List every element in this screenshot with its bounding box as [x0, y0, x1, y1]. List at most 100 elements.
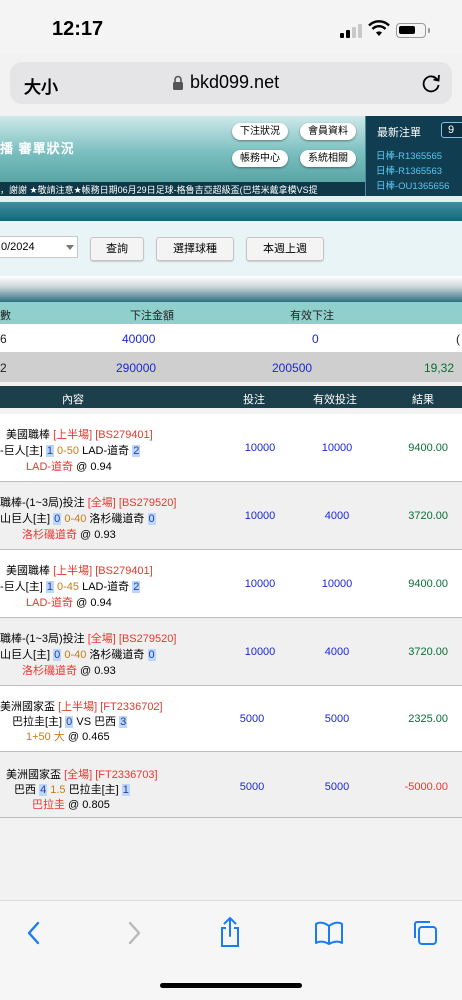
column-header: 內容	[62, 394, 84, 406]
url-text[interactable]: bkd099.net	[190, 72, 279, 93]
announcement-text: ，謝謝 ★敬請注意★帳務日期06月29日足球-格魯吉亞超級盃(巴塔米戴拿模VS提	[0, 185, 318, 195]
bet-row[interactable]: 職棒-(1~3局)投注 [全場] [BS279520] 山巨人[主] 0 0-4…	[0, 482, 462, 550]
share-icon[interactable]	[216, 915, 244, 949]
bet-selection: LAD-道奇 @ 0.94	[26, 458, 112, 474]
detail-header: 內容 投注 有效投注 結果	[0, 386, 462, 408]
latest-bet-item[interactable]: 日棒-OU1365656	[376, 178, 449, 192]
bet-result: 2325.00	[408, 713, 448, 725]
battery-icon	[396, 23, 426, 38]
bet-period-id: [上半場] [BS279401]	[53, 429, 153, 441]
bet-status-button[interactable]: 下注狀況	[232, 123, 288, 140]
lock-icon	[173, 75, 183, 90]
home-indicator	[160, 983, 302, 988]
odds: @ 0.93	[77, 665, 116, 677]
selection: 洛杉磯道奇	[22, 529, 77, 541]
back-icon[interactable]	[24, 919, 44, 947]
home-score: 1	[45, 445, 54, 457]
home-team: -巨人[主]	[0, 581, 46, 593]
bet-period-id: [全場] [BS279520]	[87, 633, 177, 645]
latest-bets-title: 最新注單	[377, 127, 421, 139]
bookmarks-icon[interactable]	[313, 919, 345, 947]
handicap: 0-50	[53, 445, 80, 457]
member-info-button[interactable]: 會員資料	[300, 123, 356, 140]
selection: LAD-道奇	[26, 461, 74, 473]
bet-result: 9400.00	[408, 442, 448, 454]
away-team: LAD-道奇	[79, 581, 133, 593]
text-size-button[interactable]: 大小	[24, 73, 58, 98]
summary-header: 數 下注金額 有效下注	[0, 302, 462, 324]
bet-amount: 10000	[244, 510, 276, 522]
home-team: 山巨人[主]	[0, 513, 54, 525]
bet-matchup: 巴拉圭[主] 0 VS 巴西 3	[12, 713, 128, 729]
bet-league: 職棒-(1~3局)投注 [全場] [BS279520]	[0, 494, 176, 510]
column-header: 數	[0, 310, 11, 322]
bet-row[interactable]: 美洲國家盃 [上半場] [FT2336702] 巴拉圭[主] 0 VS 巴西 3…	[0, 686, 462, 752]
bet-row[interactable]: 職棒-(1~3局)投注 [全場] [BS279520] 山巨人[主] 0 0-4…	[0, 618, 462, 686]
bet-amount: 5000	[239, 713, 265, 725]
away-score: 2	[132, 581, 141, 593]
league-name: 美國職棒	[6, 429, 54, 441]
handicap: 1.5	[47, 784, 66, 796]
valid-amount: 5000	[324, 713, 350, 725]
home-score: 4	[39, 784, 48, 796]
account-center-button[interactable]: 帳務中心	[232, 150, 288, 167]
bet-selection: 洛杉磯道奇 @ 0.93	[22, 526, 116, 542]
away-team: LAD-道奇	[79, 445, 133, 457]
wifi-icon	[368, 20, 390, 36]
handicap: 0-40	[61, 513, 87, 525]
clock: 12:17	[52, 18, 104, 40]
latest-count-badge: 9	[441, 122, 462, 138]
forward-icon[interactable]	[124, 919, 144, 947]
total-count: 2	[0, 361, 7, 375]
away-score: 3	[119, 716, 128, 728]
bet-matchup: -巨人[主] 1 0-50 LAD-道奇 2	[0, 442, 141, 458]
select-sport-button[interactable]: 選擇球種	[156, 237, 234, 261]
bet-result: 9400.00	[408, 578, 448, 590]
latest-bet-item[interactable]: 日棒-R1365563	[376, 163, 442, 177]
valid-amount: 4000	[324, 510, 350, 522]
summary-total-row: 2 290000 200500 19,32	[0, 352, 462, 382]
total-result: 19,32	[424, 361, 455, 375]
bet-matchup: 山巨人[主] 0 0-40 洛杉磯道奇 0	[0, 646, 156, 662]
bet-row[interactable]: 美洲國家盃 [全場] [FT2336703] 巴西 4 1.5 巴拉圭[主] 1…	[0, 752, 462, 818]
odds: @ 0.465	[64, 731, 110, 743]
system-button[interactable]: 系統相關	[300, 150, 356, 167]
bet-amount: 10000	[244, 578, 276, 590]
home-team: 巴西	[14, 784, 40, 796]
league-name: 職棒-(1~3局)投注	[0, 497, 88, 509]
away-score: 2	[132, 445, 141, 457]
home-team: -巨人[主]	[0, 445, 46, 457]
selection: LAD-道奇	[26, 597, 74, 609]
bet-league: 美國職棒 [上半場] [BS279401]	[6, 426, 153, 442]
search-button[interactable]: 查詢	[90, 237, 144, 261]
status-bar: 12:17	[0, 0, 462, 54]
bet-row[interactable]: 美國職棒 [上半場] [BS279401] -巨人[主] 1 0-50 LAD-…	[0, 414, 462, 482]
reload-icon[interactable]	[420, 72, 442, 94]
bet-row[interactable]: 美國職棒 [上半場] [BS279401] -巨人[主] 1 0-45 LAD-…	[0, 550, 462, 618]
bet-selection: 巴拉圭 @ 0.805	[32, 796, 110, 812]
filter-row: 0/2024 查詢 選擇球種 本週上週	[0, 221, 462, 276]
column-header: 有效下注	[290, 310, 334, 322]
valid-amount: 4000	[324, 646, 350, 658]
bet-amount: 10000	[244, 442, 276, 454]
bet-league: 美洲國家盃 [上半場] [FT2336702]	[0, 698, 163, 714]
bet-selection: LAD-道奇 @ 0.94	[26, 594, 112, 610]
bet-selection: 1+50 大 @ 0.465	[26, 728, 110, 744]
tabs-icon[interactable]	[410, 918, 440, 948]
announcement-bar: ，謝謝 ★敬請注意★帳務日期06月29日足球-格魯吉亞超級盃(巴塔米戴拿模VS提	[0, 182, 365, 196]
column-header: 結果	[412, 394, 434, 406]
latest-count: 9	[448, 124, 455, 136]
address-bar[interactable]: 大小 bkd099.net	[10, 62, 452, 104]
league-name: 美洲國家盃	[0, 701, 59, 713]
selection: 洛杉磯道奇	[22, 665, 77, 677]
latest-bet-item[interactable]: 日棒-R1365565	[376, 148, 442, 162]
league-name: 美國職棒	[6, 565, 54, 577]
week-toggle-button[interactable]: 本週上週	[246, 237, 324, 261]
chevron-down-icon[interactable]	[66, 245, 74, 250]
away-team: VS 巴西	[73, 716, 120, 728]
column-header: 下注金額	[130, 310, 174, 322]
bet-period-id: [上半場] [FT2336702]	[58, 701, 163, 713]
valid-amount: 10000	[321, 442, 353, 454]
bet-result: 3720.00	[408, 646, 448, 658]
latest-bets-panel: 最新注單 9 日棒-R1365565 日棒-R1365563 日棒-OU1365…	[365, 116, 462, 196]
